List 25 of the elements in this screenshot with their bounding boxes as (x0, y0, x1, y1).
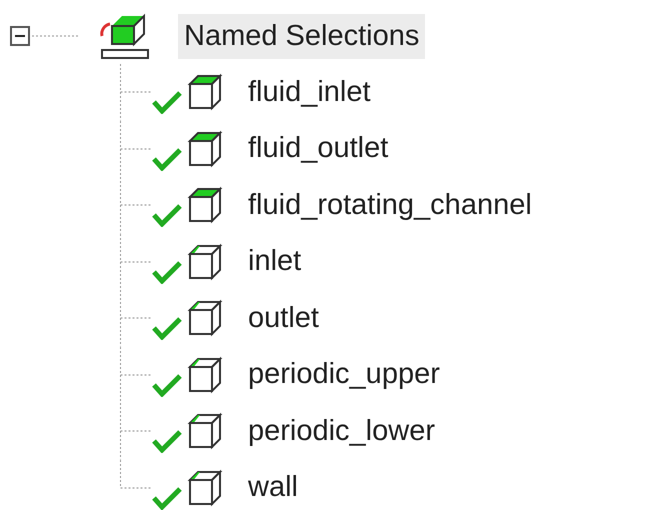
cube-icon (186, 185, 224, 226)
tree-item[interactable]: wall (248, 473, 298, 502)
cube-icon (186, 242, 224, 282)
tree-item[interactable]: fluid_inlet (248, 78, 371, 107)
tree-line (120, 346, 152, 403)
collapse-icon[interactable] (10, 26, 30, 46)
tree-item[interactable]: inlet (248, 247, 302, 276)
tree-item[interactable]: fluid_rotating_channel (248, 190, 532, 220)
tree-line (30, 34, 80, 38)
tree-item[interactable]: fluid_outlet (248, 134, 388, 164)
cube-icon (186, 354, 224, 395)
tree-item[interactable]: periodic_upper (248, 360, 440, 390)
tree-item[interactable]: periodic_lower (248, 416, 435, 446)
cube-icon (186, 298, 224, 338)
cube-icon (186, 128, 224, 169)
tree-line (120, 290, 152, 346)
tree-item[interactable]: outlet (248, 304, 319, 333)
cube-icon (186, 468, 224, 508)
tree-line (120, 177, 152, 234)
tree-line (120, 120, 152, 177)
tree-item[interactable]: Named Selections (178, 14, 426, 58)
tree-line (120, 64, 152, 120)
cube-icon (186, 72, 224, 112)
tree-line (120, 234, 152, 290)
cube-icon (186, 411, 224, 452)
